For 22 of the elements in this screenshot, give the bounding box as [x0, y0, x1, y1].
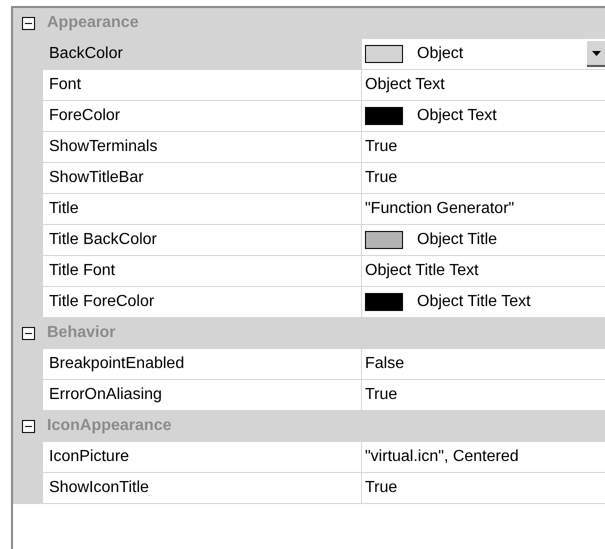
property-value: "virtual.icn", Centered: [365, 448, 519, 466]
property-value: Object Title: [417, 231, 498, 249]
property-value: True: [365, 386, 398, 404]
category-label: Behavior: [46, 324, 116, 342]
dropdown-button[interactable]: [587, 41, 605, 67]
property-value: Object: [417, 45, 464, 63]
property-value: "Function Generator": [365, 200, 514, 218]
property-value: True: [365, 138, 398, 156]
collapse-icon[interactable]: [22, 326, 34, 340]
collapse-icon[interactable]: [22, 16, 34, 30]
category-label: Appearance: [46, 14, 139, 32]
property-value: True: [365, 169, 398, 187]
property-value: Object Title Text: [417, 293, 531, 311]
property-value: False: [365, 355, 404, 373]
property-value: True: [365, 479, 398, 497]
caret-icon: [592, 50, 600, 56]
property-name[interactable]: BackColor: [43, 39, 362, 69]
collapse-icon[interactable]: [22, 420, 34, 432]
category-label: IconAppearance: [46, 417, 172, 435]
property-value: Object Text: [417, 107, 497, 125]
property-value: Object Text: [365, 76, 445, 94]
property-value: Object Title Text: [365, 262, 479, 280]
